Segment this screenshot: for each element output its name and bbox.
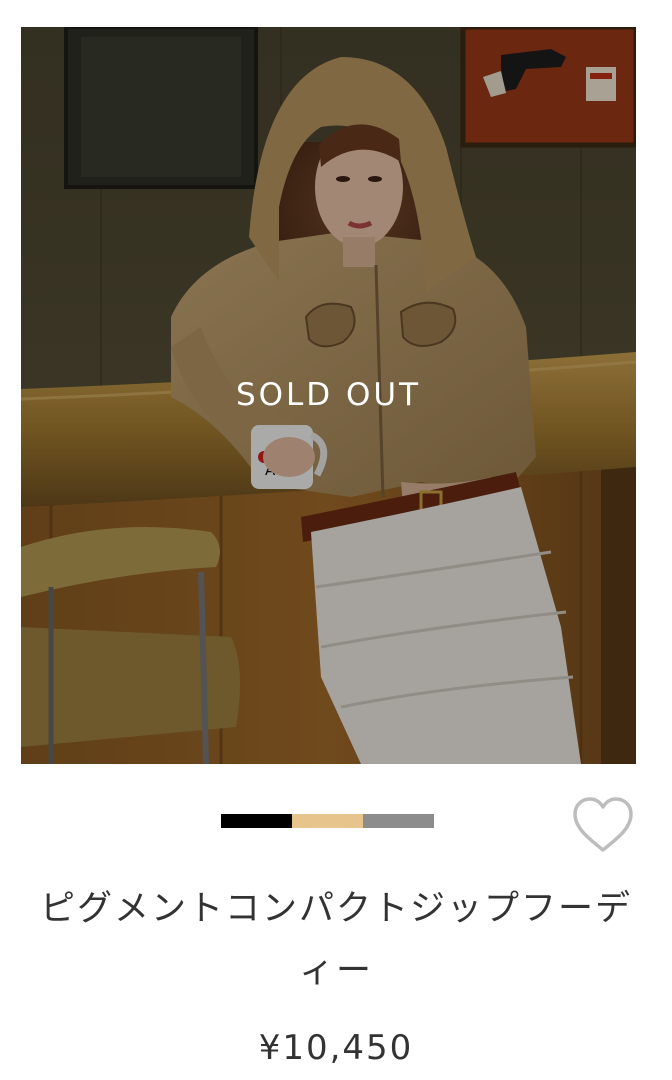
favorite-button[interactable] [570,796,636,856]
color-swatches [221,814,434,828]
product-name[interactable]: ピグメントコンパクトジップフーディー [30,878,642,1002]
heart-outline-icon [573,797,633,852]
product-card: AC SOLD OUT ピグメントコンパクトジップフーディー ¥10,450 [0,0,672,1080]
color-swatch-black[interactable] [221,814,292,828]
color-swatch-beige[interactable] [292,814,363,828]
color-swatch-gray[interactable] [363,814,434,828]
product-image[interactable]: AC SOLD OUT [21,27,636,764]
sold-out-label: SOLD OUT [235,377,422,413]
product-price: ¥10,450 [258,1028,414,1068]
